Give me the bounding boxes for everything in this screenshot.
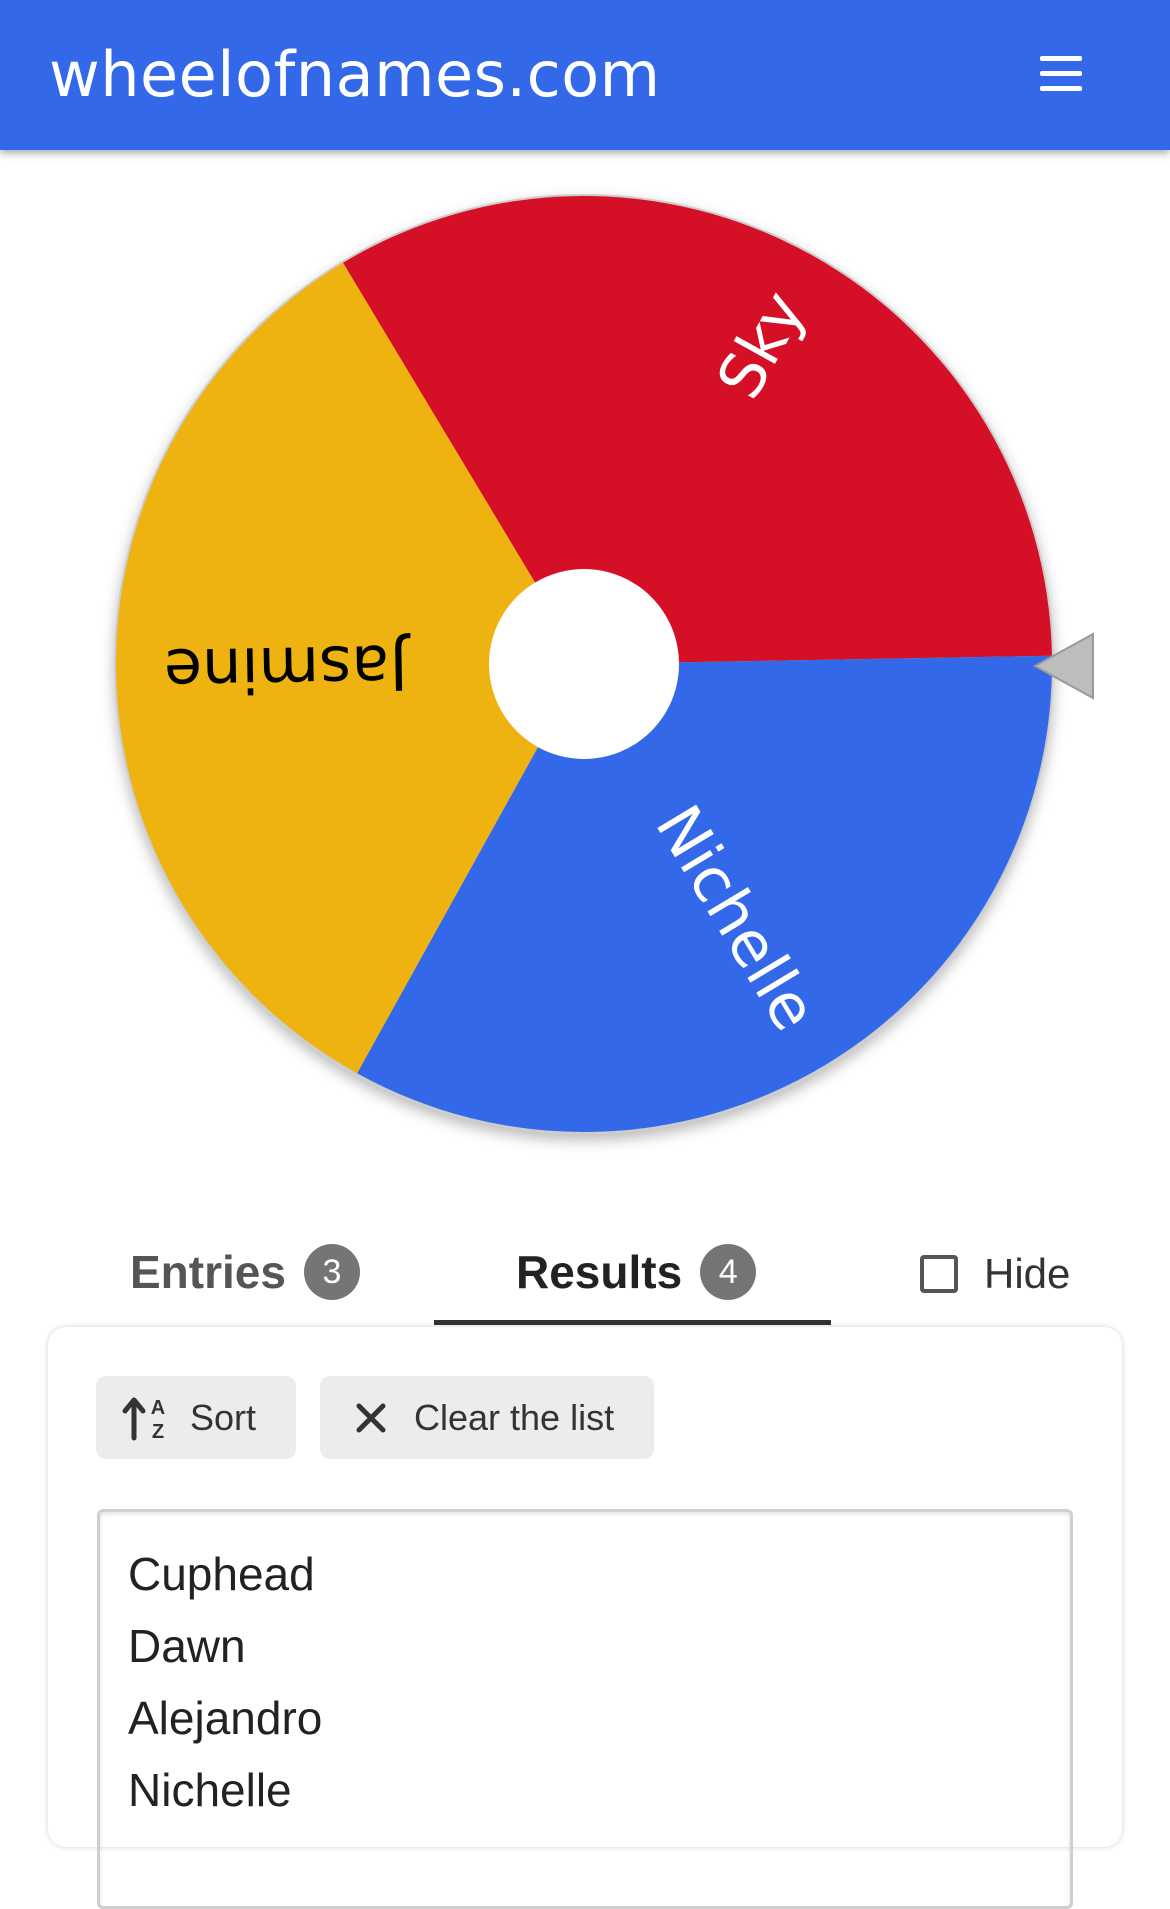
hide-toggle[interactable]: Hide bbox=[920, 1250, 1070, 1298]
hide-label: Hide bbox=[984, 1250, 1071, 1297]
clear-list-label: Clear the list bbox=[414, 1396, 615, 1438]
result-item: Nichelle bbox=[128, 1764, 292, 1816]
results-panel: A Z Sort Clear the list Cuphead Dawn Ale… bbox=[48, 1327, 1122, 1909]
wheel-label-jasmine: Jasmine bbox=[163, 630, 412, 707]
sort-button[interactable]: A Z Sort bbox=[96, 1376, 296, 1459]
tab-entries-label: Entries bbox=[130, 1246, 286, 1298]
results-count-badge: 4 bbox=[700, 1244, 757, 1300]
result-item: Cuphead bbox=[128, 1548, 315, 1600]
results-textarea[interactable]: Cuphead Dawn Alejandro Nichelle bbox=[97, 1509, 1073, 1909]
tab-results[interactable]: Results 4 bbox=[516, 1242, 757, 1302]
close-icon bbox=[336, 1388, 406, 1448]
active-tab-indicator bbox=[434, 1320, 831, 1325]
wheel-center[interactable] bbox=[489, 569, 679, 759]
site-title[interactable]: wheelofnames.com bbox=[49, 38, 661, 111]
hide-checkbox[interactable] bbox=[920, 1255, 958, 1293]
tab-results-label: Results bbox=[516, 1246, 683, 1298]
result-item: Alejandro bbox=[128, 1692, 323, 1744]
result-item: Dawn bbox=[128, 1620, 246, 1672]
sort-label: Sort bbox=[190, 1396, 257, 1438]
spinning-wheel[interactable]: SkyNichelleJasmine bbox=[0, 170, 1170, 1160]
entries-count-badge: 3 bbox=[303, 1244, 360, 1300]
hamburger-menu-icon[interactable] bbox=[1038, 52, 1086, 96]
clear-list-button[interactable]: Clear the list bbox=[320, 1376, 654, 1459]
sort-alpha-icon: A Z bbox=[112, 1388, 182, 1448]
top-app-bar: wheelofnames.com bbox=[0, 0, 1170, 150]
tab-entries[interactable]: Entries 3 bbox=[130, 1242, 360, 1302]
svg-text:A: A bbox=[151, 1397, 165, 1419]
wheel-area: Sky Nichelle Jasmine bbox=[0, 170, 1170, 1160]
svg-text:Z: Z bbox=[152, 1421, 164, 1442]
